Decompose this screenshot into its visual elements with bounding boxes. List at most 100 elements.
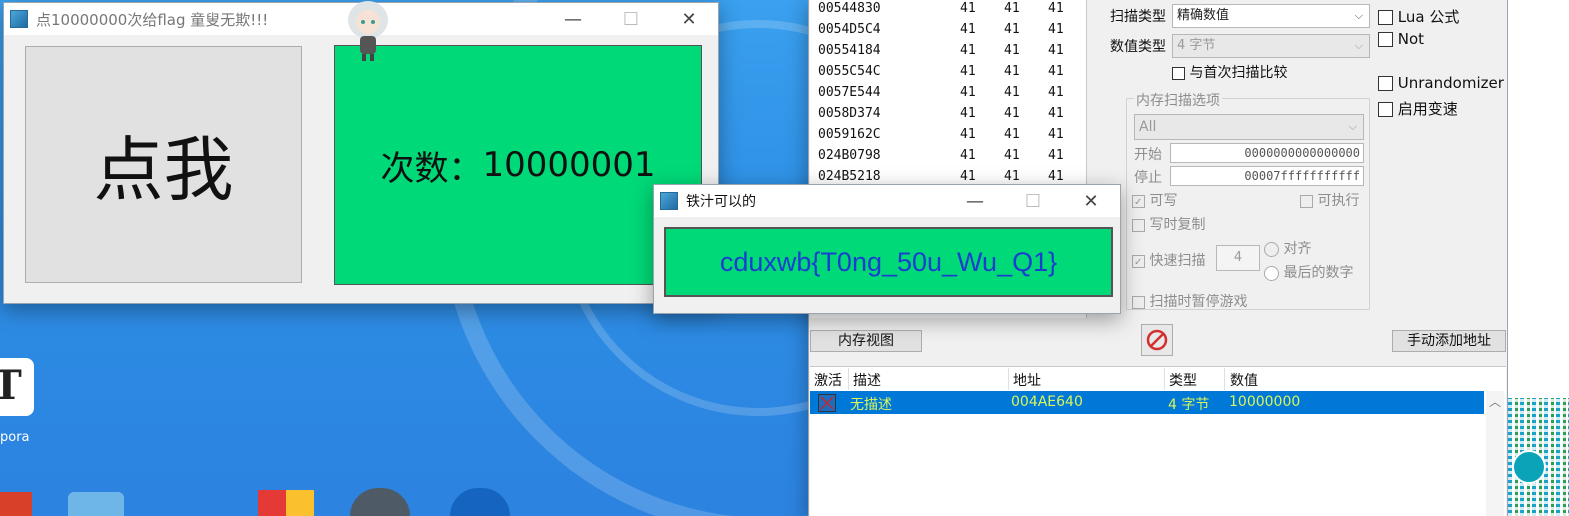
value-type-value: 4 字节 <box>1177 38 1216 53</box>
minimize-button[interactable]: — <box>544 3 602 35</box>
align-radio[interactable]: 对齐 <box>1264 238 1311 258</box>
stop-label: 停止 <box>1134 170 1162 186</box>
scan-result-address: 0058D374 <box>818 106 881 121</box>
cross-icon <box>820 396 834 410</box>
column-description[interactable]: 描述 <box>853 370 881 390</box>
scan-type-select[interactable]: 精确数值 ⌵ <box>1172 4 1370 28</box>
scan-result-address: 024B5218 <box>818 169 881 184</box>
active-checkbox[interactable] <box>818 394 836 412</box>
close-icon: ✕ <box>1083 190 1099 212</box>
close-button[interactable]: ✕ <box>1062 185 1120 217</box>
scan-result-row[interactable]: 0054D5C4 41 41 41 <box>818 20 1078 40</box>
add-address-manually-button[interactable]: 手动添加地址 <box>1392 330 1506 352</box>
not-label: Not <box>1397 30 1425 48</box>
region-select[interactable]: All ⌵ <box>1134 114 1364 140</box>
close-button[interactable]: ✕ <box>660 3 718 35</box>
radio-icon <box>1264 241 1279 257</box>
app-icon[interactable] <box>258 490 314 516</box>
scan-result-address: 00554184 <box>818 43 881 58</box>
maximize-icon: ☐ <box>622 8 640 30</box>
scan-result-address: 0057E544 <box>818 85 881 100</box>
scan-result-row[interactable]: 0055C54C 41 41 41 <box>818 62 1078 82</box>
scan-result-value: 41 <box>960 1 976 16</box>
pause-game-checkbox[interactable]: 扫描时暂停游戏 <box>1132 291 1247 311</box>
address-list-scrollbar[interactable]: ︿ <box>1486 391 1504 516</box>
flag-dialog-titlebar[interactable]: 铁汁可以的 — ☐ ✕ <box>654 185 1120 217</box>
scan-result-address: 0059162C <box>818 127 881 142</box>
value-type-select[interactable]: 4 字节 ⌵ <box>1172 34 1370 58</box>
chevron-up-icon: ︿ <box>1489 395 1502 409</box>
column-active[interactable]: 激活 <box>814 370 842 390</box>
start-address-input[interactable]: 0000000000000000 <box>1170 143 1364 163</box>
maximize-button[interactable]: ☐ <box>602 3 660 35</box>
logo-icon <box>1512 450 1546 484</box>
scan-result-row[interactable]: 0059162C 41 41 41 <box>818 125 1078 145</box>
last-digits-radio[interactable]: 最后的数字 <box>1264 262 1353 282</box>
row-value: 10000000 <box>1229 394 1301 410</box>
app-icon[interactable] <box>350 488 410 516</box>
scan-result-value: 41 <box>960 22 976 37</box>
checkbox-icon <box>1132 295 1145 309</box>
memory-view-button[interactable]: 内存视图 <box>810 330 922 352</box>
column-type[interactable]: 类型 <box>1169 370 1197 390</box>
address-row[interactable]: 无描述 004AE640 4 字节 10000000 <box>810 391 1484 414</box>
scan-result-address: 0055C54C <box>818 64 881 79</box>
scan-result-row[interactable]: 00554184 41 41 41 <box>818 41 1078 61</box>
mascot-image <box>340 0 396 62</box>
scan-result-value: 41 <box>960 43 976 58</box>
click-me-button[interactable]: 点我 <box>25 46 302 283</box>
not-checkbox[interactable]: Not <box>1378 30 1424 48</box>
scan-result-value: 41 <box>1004 43 1020 58</box>
scan-result-value: 41 <box>1048 43 1064 58</box>
speedhack-checkbox[interactable]: 启用变速 <box>1378 98 1458 119</box>
scan-result-value: 41 <box>960 148 976 163</box>
last-digits-label: 最后的数字 <box>1283 265 1354 281</box>
copy-on-write-checkbox[interactable]: 写时复制 <box>1132 214 1205 234</box>
column-address[interactable]: 地址 <box>1013 370 1041 390</box>
checkbox-icon <box>1378 102 1393 117</box>
clear-list-button[interactable] <box>1141 324 1173 356</box>
fast-scan-checkbox[interactable]: ✓ 快速扫描 <box>1132 250 1205 270</box>
writable-checkbox[interactable]: ✓ 可写 <box>1132 190 1177 210</box>
minimize-button[interactable]: — <box>946 185 1004 217</box>
maximize-button[interactable]: ☐ <box>1004 185 1062 217</box>
checkbox-icon <box>1172 66 1185 80</box>
lua-formula-checkbox[interactable]: Lua 公式 <box>1378 6 1459 27</box>
scan-type-label: 扫描类型 <box>1110 9 1166 25</box>
executable-label: 可执行 <box>1317 193 1360 209</box>
app-icon[interactable] <box>0 492 32 516</box>
count-value: 10000001 <box>482 145 656 185</box>
minimize-icon: — <box>564 8 582 30</box>
scan-result-row[interactable]: 00544830 41 41 41 <box>818 0 1078 19</box>
game-window-title: 点10000000次给flag 童叟无欺!!! <box>36 10 269 29</box>
scan-result-row[interactable]: 024B0798 41 41 41 <box>818 146 1078 166</box>
scan-result-row[interactable]: 0057E544 41 41 41 <box>818 83 1078 103</box>
address-list-header: 激活 描述 地址 类型 数值 <box>810 368 1506 390</box>
scan-result-value: 41 <box>960 127 976 142</box>
maximize-icon: ☐ <box>1024 190 1042 212</box>
scan-result-value: 41 <box>1004 22 1020 37</box>
scan-result-value: 41 <box>1004 127 1020 142</box>
typora-icon[interactable]: T <box>0 358 34 416</box>
minimize-icon: — <box>966 190 984 212</box>
fast-scan-label: 快速扫描 <box>1149 253 1206 269</box>
scan-result-value: 41 <box>1004 64 1020 79</box>
region-value: All <box>1139 119 1157 135</box>
chevron-down-icon: ⌵ <box>1348 120 1357 133</box>
close-icon: ✕ <box>681 8 697 30</box>
app-icon[interactable] <box>450 488 510 516</box>
row-type: 4 字节 <box>1168 397 1210 413</box>
compare-first-checkbox[interactable]: 与首次扫描比较 <box>1172 62 1287 82</box>
scan-result-row[interactable]: 0058D374 41 41 41 <box>818 104 1078 124</box>
fast-scan-value-input[interactable]: 4 <box>1216 245 1260 271</box>
unrandomizer-checkbox[interactable]: Unrandomizer <box>1378 74 1504 92</box>
column-value[interactable]: 数值 <box>1230 370 1258 390</box>
stop-address-input[interactable]: 00007fffffffffff <box>1170 166 1364 186</box>
scan-result-value: 41 <box>1048 22 1064 37</box>
checkbox-icon <box>1378 32 1393 47</box>
flag-dialog: 铁汁可以的 — ☐ ✕ cduxwb{T0ng_50u_Wu_Q1} <box>653 184 1121 314</box>
unrandomizer-label: Unrandomizer <box>1397 74 1504 92</box>
app-icon[interactable] <box>68 492 124 516</box>
executable-checkbox[interactable]: 可执行 <box>1300 190 1359 210</box>
checkbox-icon <box>1378 76 1393 91</box>
